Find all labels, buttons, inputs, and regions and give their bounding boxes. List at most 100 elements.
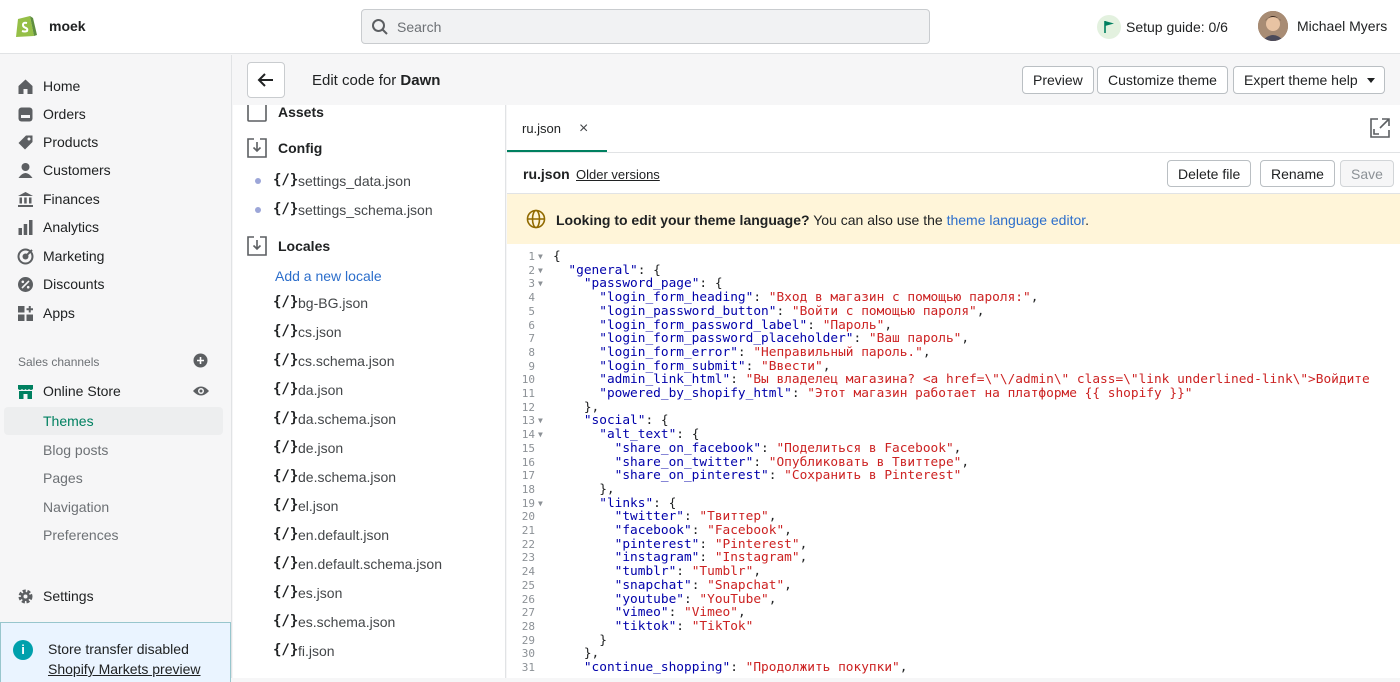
shopify-markets-link[interactable]: Shopify Markets preview [48, 661, 201, 677]
theme-language-editor-link[interactable]: theme language editor [947, 212, 1086, 228]
sidebar-subitem-blog-posts[interactable]: Blog posts [4, 436, 223, 464]
code-file-icon: {/} [273, 468, 299, 484]
line-number: 29 [521, 633, 535, 647]
older-versions-link[interactable]: Older versions [576, 167, 660, 182]
code-area[interactable]: 1 ▼{2 ▼ "general": {3 ▼ "password_page": {4… [507, 244, 1400, 678]
add-sales-channel-icon[interactable] [193, 353, 208, 368]
code-file-icon: {/} [273, 642, 299, 658]
fold-toggle-icon[interactable]: ▼ [538, 416, 543, 425]
sidebar-item-label: Online Store [43, 383, 121, 399]
sidebar-item-analytics[interactable]: Analytics [0, 213, 232, 241]
globe-icon [526, 209, 546, 229]
file-label: el.json [298, 498, 339, 514]
sidebar-item-finances[interactable]: Finances [0, 185, 232, 213]
rename-button[interactable]: Rename [1260, 160, 1335, 187]
code-file-icon: {/} [273, 323, 299, 339]
add-new-locale-link[interactable]: Add a new locale [275, 268, 382, 284]
info-icon: i [13, 640, 33, 660]
sidebar-item-apps[interactable]: Apps [0, 299, 232, 327]
sidebar-item-orders[interactable]: Orders [0, 100, 232, 128]
fold-toggle-icon[interactable]: ▼ [538, 252, 543, 261]
line-number: 20 [521, 510, 535, 524]
file-label: settings_schema.json [298, 202, 433, 218]
fold-toggle-icon[interactable]: ▼ [538, 279, 543, 288]
expand-icon[interactable] [1369, 117, 1391, 139]
fold-toggle-icon[interactable]: ▼ [538, 430, 543, 439]
folder-download-icon [247, 138, 267, 158]
sidebar-subitem-label: Preferences [43, 527, 119, 543]
folder-download-icon [247, 236, 267, 256]
sidebar-subitem-label: Blog posts [43, 442, 109, 458]
expert-theme-help-button[interactable]: Expert theme help [1233, 66, 1385, 94]
analytics-icon [18, 220, 33, 235]
file-toolbar: ru.json Older versions Delete file Renam… [507, 152, 1400, 194]
finances-icon [18, 192, 33, 207]
code-line: 31 "continue_shopping": "Продолжить поку… [507, 660, 1400, 675]
sidebar-item-home[interactable]: Home [0, 72, 232, 100]
code-file-icon: {/} [273, 381, 299, 397]
sidebar-subitem-pages[interactable]: Pages [4, 464, 223, 492]
code-line: 5 "login_password_button": "Войти с помо… [507, 304, 1400, 319]
sidebar-subitem-preferences[interactable]: Preferences [4, 521, 223, 549]
sidebar-subitem-navigation[interactable]: Navigation [4, 493, 223, 521]
marketing-icon [17, 248, 34, 265]
file-label: fi.json [298, 643, 335, 659]
line-number: 14 [521, 428, 535, 442]
fold-toggle-icon[interactable]: ▼ [538, 499, 543, 508]
fold-toggle-icon[interactable]: ▼ [538, 266, 543, 275]
code-file-icon: {/} [273, 584, 299, 600]
sidebar-item-label: Finances [43, 191, 100, 207]
sidebar-item-label: Apps [43, 305, 75, 321]
back-button[interactable] [247, 62, 285, 98]
file-name: ru.json [523, 166, 570, 182]
code-punctuation: , [899, 660, 908, 675]
search-input[interactable]: Search [361, 9, 930, 44]
line-number: 28 [521, 619, 535, 633]
file-label: es.json [298, 585, 343, 601]
close-icon[interactable]: × [579, 120, 588, 138]
file-label: bg-BG.json [298, 295, 369, 311]
line-number: 26 [521, 592, 535, 606]
line-number: 13 [521, 414, 535, 428]
sales-channels-title: Sales channels [18, 355, 100, 369]
avatar[interactable] [1258, 11, 1288, 41]
sidebar-item-settings[interactable]: Settings [0, 582, 232, 610]
sidebar-subitem-themes[interactable]: Themes [4, 407, 223, 435]
sidebar-item-discounts[interactable]: Discounts [0, 270, 232, 298]
customize-theme-button[interactable]: Customize theme [1097, 66, 1228, 94]
sidebar-item-marketing[interactable]: Marketing [0, 242, 232, 270]
line-number: 19 [521, 496, 535, 510]
eye-icon[interactable] [192, 384, 210, 398]
code-line: 20 "twitter": "Твиттер", [507, 509, 1400, 524]
code-line: 27 "vimeo": "Vimeo", [507, 605, 1400, 620]
sidebar-item-label: Customers [43, 162, 111, 178]
line-number: 6 [528, 318, 535, 332]
top-bar: moek Search Setup guide: 0/6 Michael Mye… [0, 0, 1400, 54]
user-name[interactable]: Michael Myers [1297, 18, 1387, 34]
search-icon [372, 19, 388, 35]
line-number: 23 [521, 551, 535, 565]
file-label: en.default.schema.json [298, 556, 442, 572]
code-line: 10 "admin_link_html": "Вы владелец магаз… [507, 372, 1400, 387]
code-line: 28 "tiktok": "TikTok" [507, 619, 1400, 634]
code-line: 21 "facebook": "Facebook", [507, 523, 1400, 538]
code-line: 29 } [507, 633, 1400, 648]
banner-end: . [1085, 212, 1090, 228]
line-number: 18 [521, 482, 535, 496]
code-line: 1 ▼{ [507, 249, 1400, 264]
store-name[interactable]: moek [49, 18, 86, 34]
shopify-logo-icon[interactable] [14, 12, 38, 40]
sidebar-item-products[interactable]: Products [0, 128, 232, 156]
json-string: "Продолжить покупки" [745, 660, 900, 675]
sidebar-item-customers[interactable]: Customers [0, 156, 232, 184]
code-line: 25 "snapchat": "Snapchat", [507, 578, 1400, 593]
tab-ru-json[interactable]: ru.json × [507, 105, 607, 152]
sidebar-subitem-label: Pages [43, 470, 83, 486]
line-number: 7 [528, 332, 535, 346]
code-file-icon: {/} [273, 526, 299, 542]
preview-button[interactable]: Preview [1022, 66, 1094, 94]
code-line: 3 ▼ "password_page": { [507, 276, 1400, 291]
save-button[interactable]: Save [1340, 160, 1394, 187]
line-number: 10 [521, 373, 535, 387]
delete-file-button[interactable]: Delete file [1167, 160, 1252, 187]
